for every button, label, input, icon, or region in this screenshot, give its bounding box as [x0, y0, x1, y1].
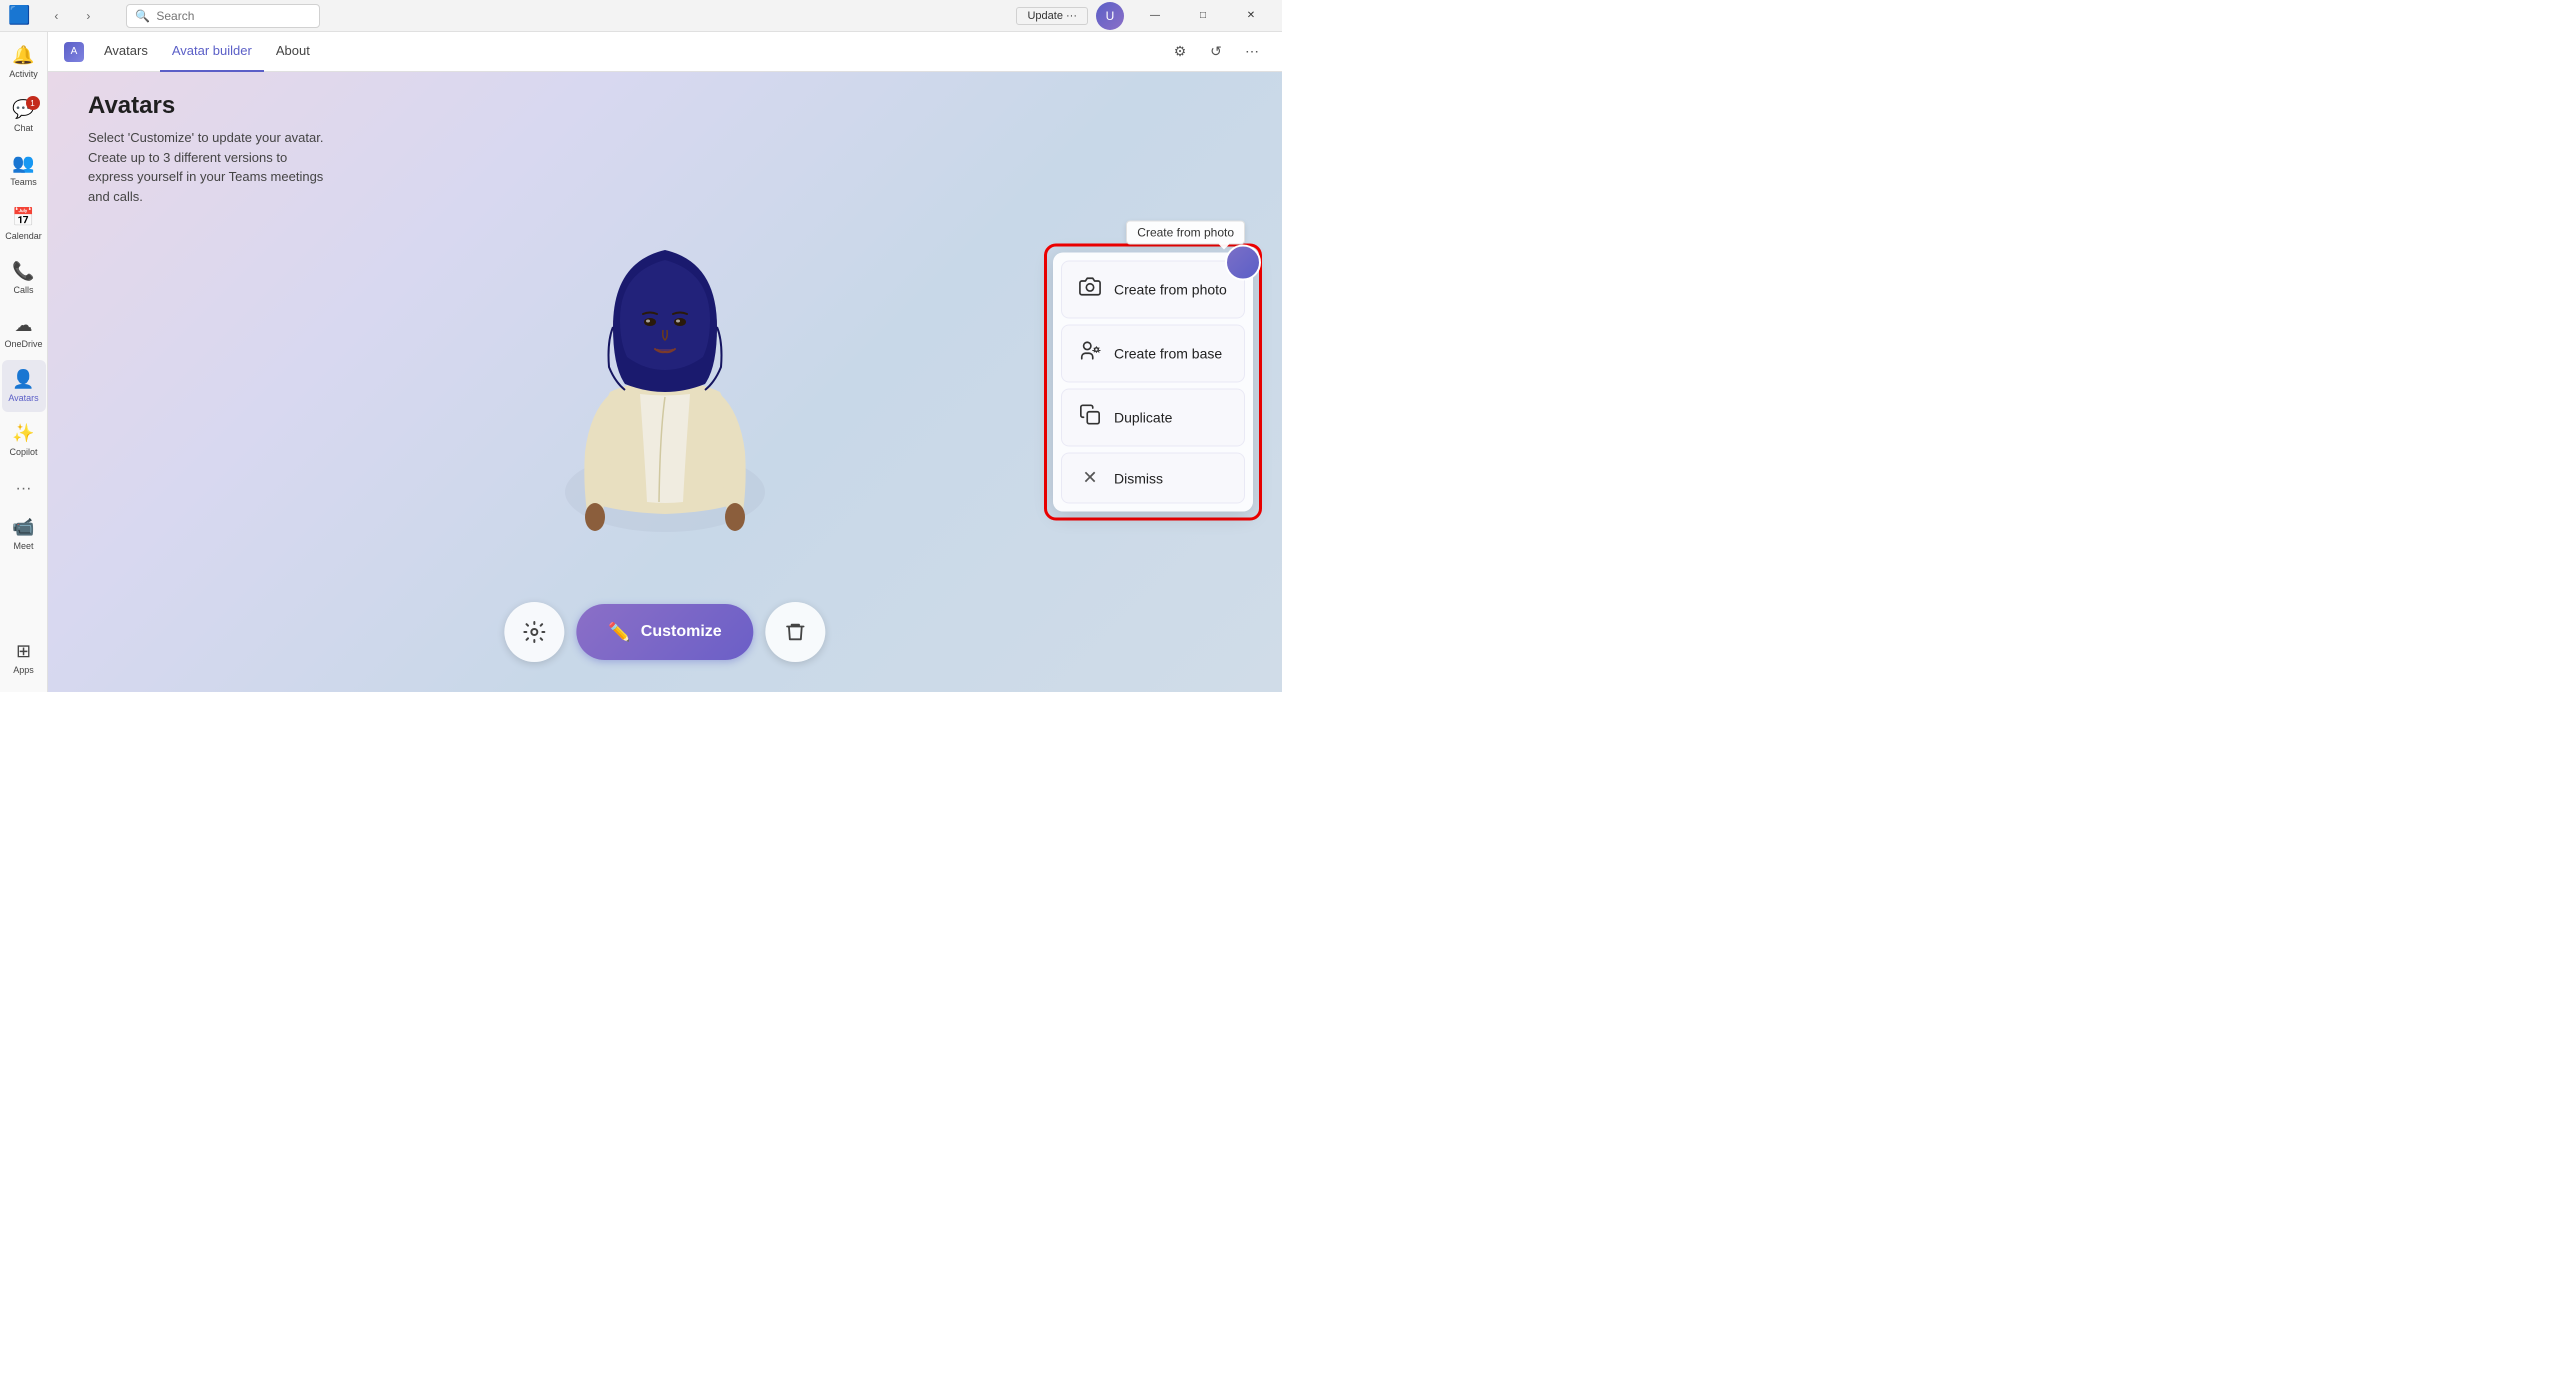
forward-button[interactable]: › — [74, 6, 102, 26]
sidebar-label-apps: Apps — [13, 665, 34, 675]
sidebar-item-onedrive[interactable]: ☁ OneDrive — [2, 306, 46, 358]
update-button[interactable]: Update ··· — [1016, 7, 1088, 25]
bottom-toolbar: ✏️ Customize — [504, 602, 825, 662]
menu-label-duplicate: Duplicate — [1114, 410, 1172, 426]
tab-bar: A Avatars Avatar builder About ⚙ ↺ ⋯ — [48, 32, 1282, 72]
sidebar-label-calls: Calls — [13, 285, 33, 295]
customize-button[interactable]: ✏️ Customize — [576, 604, 753, 660]
calls-icon: 📞 — [12, 261, 34, 282]
tab-about[interactable]: About — [264, 32, 322, 72]
sidebar-item-copilot[interactable]: ✨ Copilot — [2, 414, 46, 466]
menu-item-create-from-base[interactable]: Create from base — [1061, 325, 1245, 383]
avatar-figure — [535, 142, 795, 622]
apps-icon: ⊞ — [16, 641, 31, 662]
nav-buttons: ‹ › — [42, 6, 102, 26]
user-avatar[interactable]: U — [1096, 2, 1124, 30]
duplicate-icon — [1078, 404, 1102, 432]
person-settings-icon — [1078, 340, 1102, 368]
sidebar-more[interactable]: ··· — [8, 472, 40, 506]
title-bar-left: 🟦 ‹ › 🔍 — [8, 4, 336, 28]
main-content: A Avatars Avatar builder About ⚙ ↺ ⋯ Ava… — [48, 32, 1282, 692]
menu-item-dismiss[interactable]: ✕ Dismiss — [1061, 453, 1245, 504]
refresh-tab-button[interactable]: ↺ — [1202, 38, 1230, 66]
maximize-button[interactable]: □ — [1180, 0, 1226, 32]
onedrive-icon: ☁ — [15, 315, 33, 336]
sidebar-item-calendar[interactable]: 📅 Calendar — [2, 198, 46, 250]
menu-label-dismiss: Dismiss — [1114, 470, 1163, 486]
sidebar-label-teams: Teams — [10, 177, 37, 187]
minimize-button[interactable]: — — [1132, 0, 1178, 32]
copilot-icon: ✨ — [12, 423, 34, 444]
window-controls: — □ ✕ — [1132, 0, 1274, 32]
customize-label: Customize — [641, 623, 722, 641]
sidebar-label-copilot: Copilot — [9, 447, 37, 457]
settings-icon — [522, 620, 546, 644]
sidebar-label-chat: Chat — [14, 123, 33, 133]
search-bar[interactable]: 🔍 — [126, 4, 320, 28]
more-tab-button[interactable]: ⋯ — [1238, 38, 1266, 66]
calendar-icon: 📅 — [12, 207, 34, 228]
teams-icon: 👥 — [12, 153, 34, 174]
tab-avatar-builder[interactable]: Avatar builder — [160, 32, 264, 72]
tab-bar-right: ⚙ ↺ ⋯ — [1166, 38, 1266, 66]
avatars-icon: 👤 — [12, 369, 34, 390]
sidebar-item-teams[interactable]: 👥 Teams — [2, 144, 46, 196]
pencil-icon: ✏️ — [608, 622, 630, 643]
menu-label-create-from-base: Create from base — [1114, 346, 1222, 362]
sidebar-item-calls[interactable]: 📞 Calls — [2, 252, 46, 304]
menu-item-create-from-photo[interactable]: Create from photo — [1061, 261, 1245, 319]
camera-icon — [1078, 276, 1102, 304]
sidebar-bottom: ⊞ Apps — [2, 632, 46, 684]
sidebar-item-chat[interactable]: 1 💬 Chat — [2, 90, 46, 142]
search-icon: 🔍 — [135, 9, 150, 23]
back-button[interactable]: ‹ — [42, 6, 70, 26]
sidebar-item-avatars[interactable]: 👤 Avatars — [2, 360, 46, 412]
sidebar: 🔔 Activity 1 💬 Chat 👥 Teams 📅 Calendar 📞… — [0, 32, 48, 692]
title-bar-right: Update ··· U — □ ✕ — [1016, 0, 1274, 32]
popup-menu: Create from photo Create from photo — [1053, 253, 1253, 512]
sidebar-label-activity: Activity — [9, 69, 38, 79]
search-input[interactable] — [156, 9, 311, 23]
sidebar-item-activity[interactable]: 🔔 Activity — [2, 36, 46, 88]
settings-tab-button[interactable]: ⚙ — [1166, 38, 1194, 66]
avatar-circle-decoration — [1225, 245, 1261, 281]
activity-icon: 🔔 — [12, 45, 34, 66]
close-button[interactable]: ✕ — [1228, 0, 1274, 32]
avatar-display — [495, 132, 835, 632]
page-description: Select 'Customize' to update your avatar… — [88, 128, 328, 206]
app-icon: A — [64, 42, 84, 62]
menu-label-create-from-photo: Create from photo — [1114, 282, 1227, 298]
dismiss-icon: ✕ — [1078, 468, 1102, 489]
app-layout: 🔔 Activity 1 💬 Chat 👥 Teams 📅 Calendar 📞… — [0, 32, 1282, 692]
sidebar-label-meet: Meet — [13, 541, 33, 551]
sidebar-label-calendar: Calendar — [5, 231, 42, 241]
teams-logo: 🟦 — [8, 5, 30, 26]
sidebar-label-avatars: Avatars — [8, 393, 38, 403]
menu-item-duplicate[interactable]: Duplicate — [1061, 389, 1245, 447]
page-header: Avatars Select 'Customize' to update you… — [88, 92, 328, 206]
chat-badge: 1 — [26, 96, 40, 110]
page-title: Avatars — [88, 92, 328, 120]
delete-button[interactable] — [766, 602, 826, 662]
sidebar-label-onedrive: OneDrive — [4, 339, 42, 349]
content-area: Avatars Select 'Customize' to update you… — [48, 72, 1282, 692]
tooltip: Create from photo — [1126, 221, 1245, 245]
meet-icon: 📹 — [12, 517, 34, 538]
title-bar: 🟦 ‹ › 🔍 Update ··· U — □ ✕ — [0, 0, 1282, 32]
trash-icon — [785, 621, 807, 643]
settings-button[interactable] — [504, 602, 564, 662]
sidebar-item-apps[interactable]: ⊞ Apps — [2, 632, 46, 684]
popup-container: Create from photo Create from photo — [1044, 244, 1262, 521]
sidebar-item-meet[interactable]: 📹 Meet — [2, 508, 46, 560]
tab-avatars[interactable]: Avatars — [92, 32, 160, 72]
